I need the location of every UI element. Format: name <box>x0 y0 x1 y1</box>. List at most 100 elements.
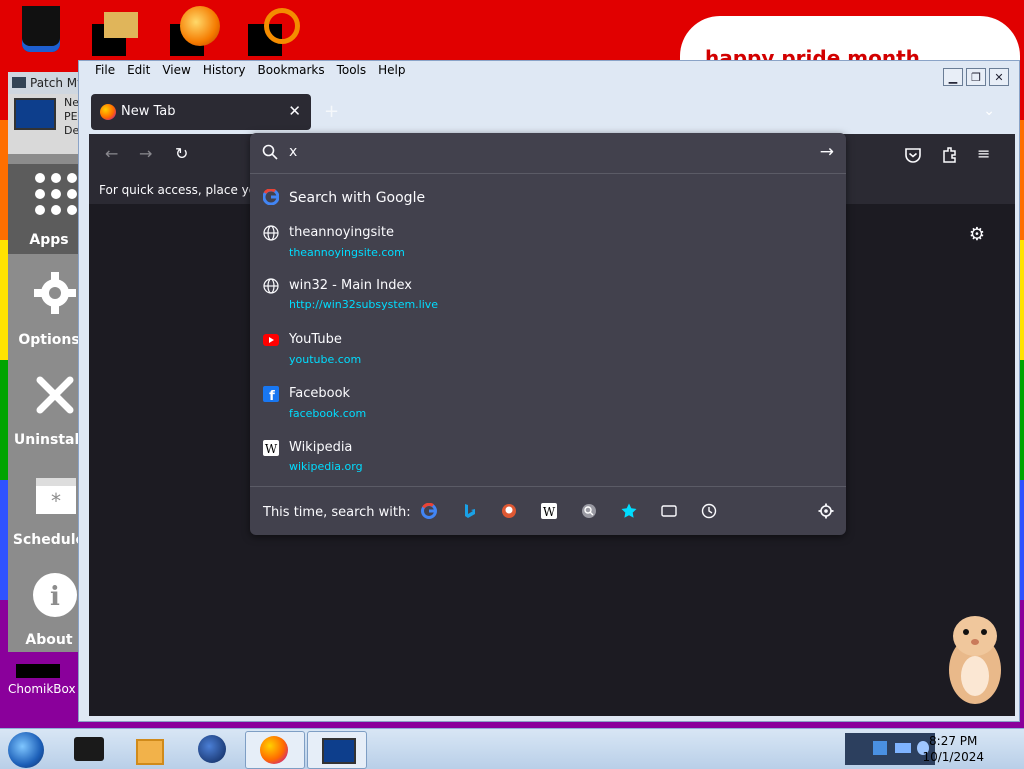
reload-button[interactable]: ↻ <box>175 144 188 163</box>
extensions-icon[interactable] <box>941 145 959 163</box>
suggestion-url: youtube.com <box>289 353 362 366</box>
youtube-icon <box>263 334 279 346</box>
menu-tools[interactable]: Tools <box>331 61 373 81</box>
suggestion-theannoyingsite[interactable]: theannoyingsite theannoyingsite.com <box>250 225 846 275</box>
menu-bar: File Edit View History Bookmarks Tools H… <box>89 61 412 81</box>
urlbar-dropdown: x → Search with Google theannoyingsite t… <box>250 133 846 535</box>
search-settings-gear-icon[interactable] <box>818 503 834 519</box>
search-shortcut-icon[interactable] <box>248 6 300 56</box>
tray-icon[interactable] <box>873 741 887 755</box>
svg-text:W: W <box>265 442 278 456</box>
window-title: Patch My <box>30 76 85 90</box>
info-line: PE <box>64 110 78 123</box>
new-tab-button[interactable]: + <box>324 101 339 122</box>
apps-grid-icon <box>35 173 77 215</box>
tab-title: New Tab <box>121 104 176 119</box>
taskbar-app-patch-my-pc[interactable] <box>307 731 367 769</box>
wikipedia-icon: W <box>263 440 279 456</box>
chomikbox-icon <box>16 664 60 678</box>
info-line: Ne <box>64 96 79 109</box>
facebook-icon: f <box>263 386 279 402</box>
suggestion-title: Wikipedia <box>289 440 353 455</box>
suggestion-title: Facebook <box>289 386 351 401</box>
pocket-icon[interactable] <box>904 146 922 164</box>
url-input[interactable]: x <box>289 144 297 160</box>
search-with-label: This time, search with: <box>263 505 411 520</box>
taskbar: 8:27 PM 10/1/2024 <box>0 728 1024 769</box>
duckduckgo-icon[interactable] <box>501 503 517 519</box>
suggestion-url: wikipedia.org <box>289 460 363 473</box>
google-icon[interactable] <box>421 503 437 519</box>
forward-button[interactable]: → <box>139 144 152 163</box>
suggestion-url: facebook.com <box>289 407 367 420</box>
suggestion-title: theannoyingsite <box>289 225 395 240</box>
history-icon[interactable] <box>701 503 717 519</box>
close-window-button[interactable]: ✕ <box>989 68 1009 86</box>
taskbar-app-firefox[interactable] <box>245 731 305 769</box>
start-button[interactable] <box>8 732 44 768</box>
google-icon <box>263 189 279 205</box>
network-icon[interactable] <box>895 743 911 753</box>
suggestion-youtube[interactable]: YouTube youtube.com <box>250 332 846 382</box>
firefox-icon <box>100 104 116 120</box>
globe-icon <box>263 278 279 294</box>
bookmarks-star-icon[interactable] <box>621 503 637 519</box>
suggestion-url: http://win32subsystem.live <box>289 298 439 311</box>
suggestion-facebook[interactable]: f Facebook facebook.com <box>250 386 846 436</box>
list-tabs-chevron-icon[interactable]: ⌄ <box>983 103 995 119</box>
svg-text:W: W <box>543 505 556 519</box>
search-shortcuts-footer: This time, search with: W <box>250 486 846 536</box>
minimize-button[interactable]: ▁ <box>943 68 963 86</box>
recycle-bin-icon[interactable] <box>16 6 68 56</box>
info-line: De <box>64 124 80 137</box>
clock-date: 10/1/2024 <box>922 750 984 764</box>
suggestion-wikipedia[interactable]: W Wikipedia wikipedia.org <box>250 440 846 490</box>
menu-help[interactable]: Help <box>372 61 411 81</box>
window-controls: ▁ ❐ ✕ <box>943 68 1009 86</box>
taskbar-clock[interactable]: 8:27 PM 10/1/2024 <box>922 733 984 765</box>
menu-history[interactable]: History <box>197 61 252 81</box>
chomikbox-shortcut[interactable]: ChomikBox <box>0 664 82 728</box>
wikipedia-icon[interactable]: W <box>541 503 557 519</box>
menu-edit[interactable]: Edit <box>121 61 156 81</box>
maximize-button[interactable]: ❐ <box>966 68 986 86</box>
suggestion-title: YouTube <box>289 332 342 347</box>
menu-view[interactable]: View <box>156 61 196 81</box>
menu-file[interactable]: File <box>89 61 121 81</box>
clock-time: 8:27 PM <box>929 734 978 748</box>
browser-shortcut-icon[interactable] <box>170 6 222 56</box>
go-arrow-icon[interactable]: → <box>820 142 834 162</box>
chomikbox-label: ChomikBox <box>8 682 76 696</box>
gear-icon <box>34 272 76 314</box>
header-info: Ne PE De <box>64 96 79 138</box>
tabs-icon[interactable] <box>661 503 677 519</box>
suggestion-title: win32 - Main Index <box>289 278 412 293</box>
hamster-image <box>942 608 1008 708</box>
svg-text:i: i <box>50 582 60 612</box>
bing-icon[interactable] <box>461 503 477 519</box>
suggestion-win32[interactable]: win32 - Main Index http://win32subsystem… <box>250 278 846 328</box>
taskbar-app-globe[interactable] <box>184 731 242 767</box>
monitor-icon <box>14 98 56 130</box>
hamburger-menu-icon[interactable]: ≡ <box>977 144 990 163</box>
taskbar-app-terminal[interactable] <box>60 731 118 767</box>
taskbar-app-media-player[interactable] <box>120 731 178 767</box>
suggestion-search-google[interactable]: Search with Google <box>250 177 846 227</box>
url-bar[interactable]: x → <box>250 133 846 173</box>
calendar-icon: * <box>36 478 76 514</box>
newtab-settings-gear-icon[interactable]: ⚙ <box>969 224 985 245</box>
wrench-icon <box>36 376 74 414</box>
folder-icon[interactable] <box>92 6 144 56</box>
divider <box>250 173 846 174</box>
suggestion-url: theannoyingsite.com <box>289 246 405 259</box>
svg-text:f: f <box>269 389 275 402</box>
close-tab-icon[interactable]: ✕ <box>288 102 301 120</box>
menu-bookmarks[interactable]: Bookmarks <box>252 61 331 81</box>
back-button[interactable]: ← <box>105 144 118 163</box>
app-icon <box>12 77 26 88</box>
tab-new-tab[interactable]: New Tab ✕ <box>91 94 311 130</box>
search-icon <box>262 144 278 160</box>
svg-text:*: * <box>51 489 61 513</box>
globe-icon <box>263 225 279 241</box>
search-engine-icon[interactable] <box>581 503 597 519</box>
